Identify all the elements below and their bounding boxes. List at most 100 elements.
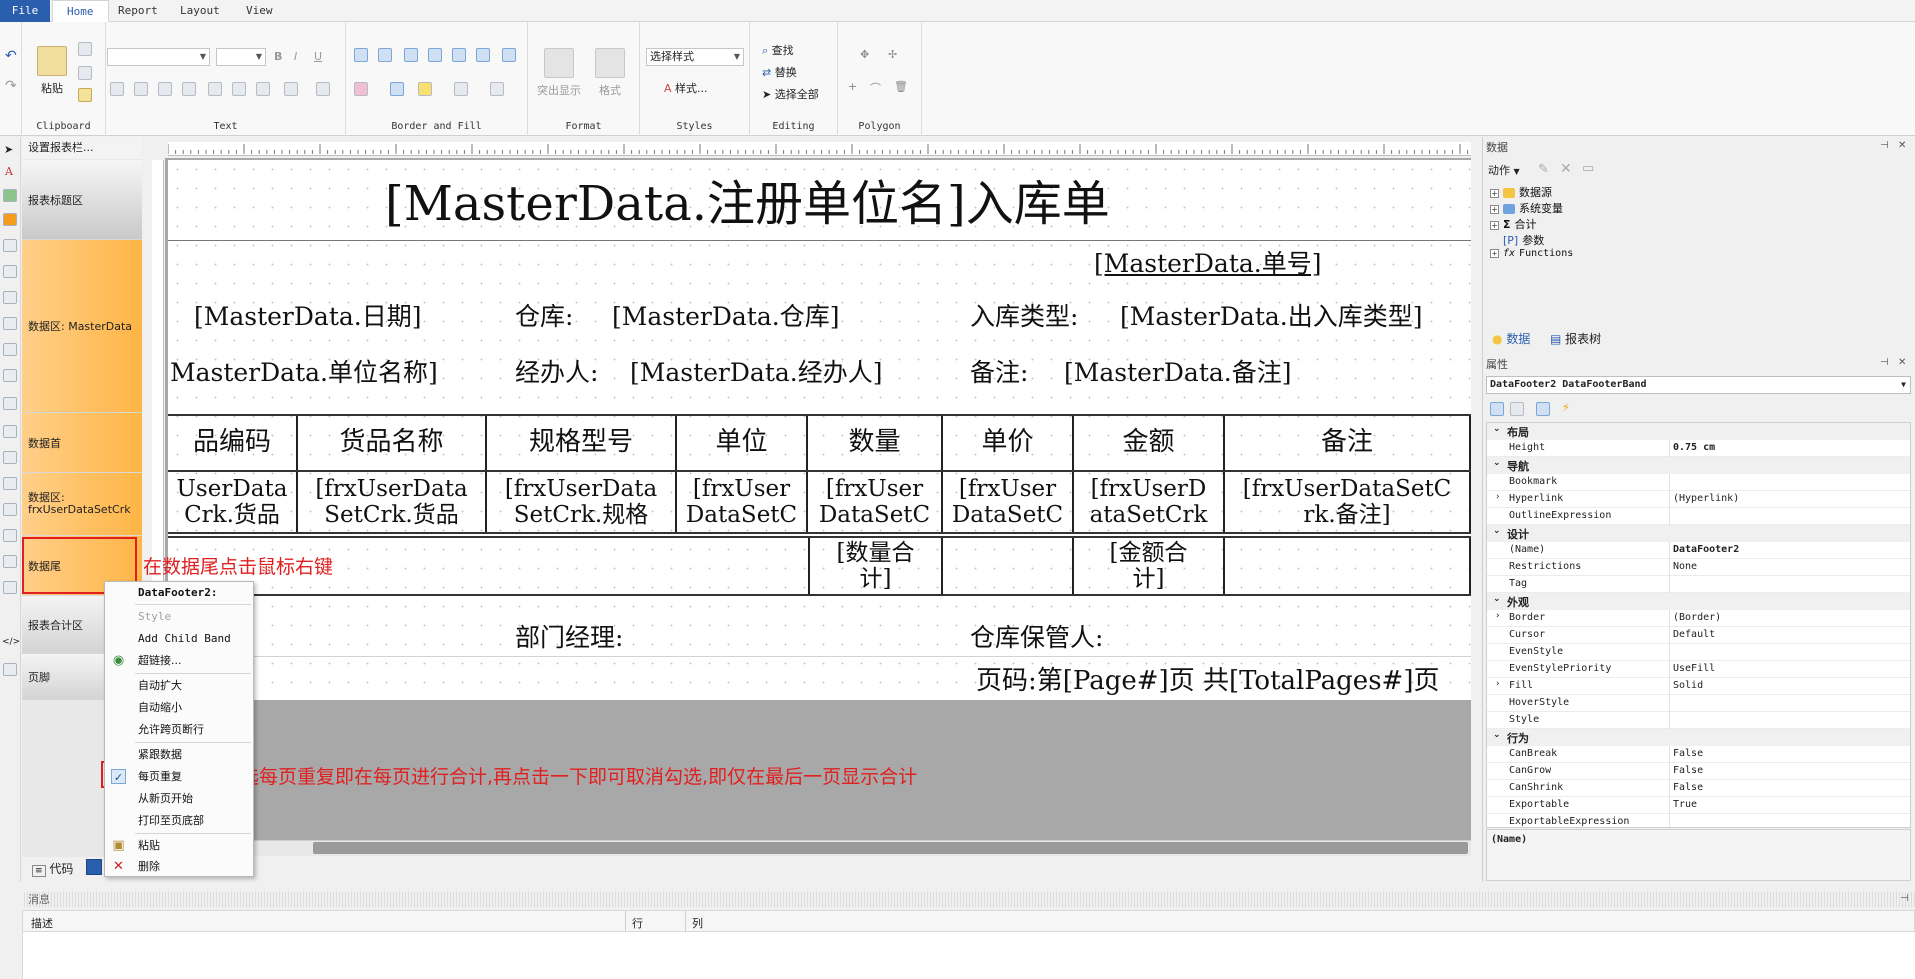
property-value[interactable]: DataFooter2 <box>1673 544 1739 555</box>
border-top-icon[interactable] <box>354 48 368 62</box>
keeper-label[interactable]: 仓库保管人: <box>970 618 1103 654</box>
line-style-icon[interactable] <box>454 82 468 96</box>
page-number-field[interactable]: 页码:第[Page#]页 共[TotalPages#]页 <box>976 660 1439 697</box>
handler-label[interactable]: 经办人: <box>515 353 598 389</box>
tab-report[interactable]: Report <box>104 0 172 22</box>
barcode-tool-icon[interactable] <box>3 239 17 252</box>
format-button[interactable]: 格式 <box>588 48 632 98</box>
property-value[interactable]: Solid <box>1673 680 1703 691</box>
tree-item-data-sources[interactable]: + 数据源 <box>1490 184 1552 200</box>
menu-item-start-new-page[interactable]: 从新页开始 <box>105 788 253 809</box>
border-all-icon[interactable] <box>452 48 466 62</box>
expand-icon[interactable]: › <box>1495 679 1500 689</box>
property-value[interactable]: False <box>1673 748 1703 759</box>
property-row[interactable]: Bookmark <box>1487 474 1910 491</box>
font-size-combo[interactable]: ▼ <box>216 48 266 66</box>
select-all-button[interactable]: ➤ 选择全部 <box>762 86 819 102</box>
qty-total-field[interactable]: [数量合 计] <box>808 538 943 594</box>
matrix-tool-icon[interactable] <box>3 343 17 356</box>
menu-item-hyperlink[interactable]: ◉ 超链接... <box>105 650 253 671</box>
property-value[interactable]: None <box>1673 561 1697 572</box>
property-value[interactable]: False <box>1673 765 1703 776</box>
move-point-icon[interactable]: ✥ <box>860 48 869 61</box>
property-row[interactable]: Exportable True <box>1487 797 1910 814</box>
tab-page-icon[interactable] <box>86 859 102 875</box>
report-title-text[interactable]: [MasterData.注册单位名]入库单 <box>385 164 1110 234</box>
property-value[interactable]: False <box>1673 782 1703 793</box>
table-header-cell[interactable]: 金额 <box>1074 416 1225 470</box>
band-data-header[interactable]: 数据首 <box>22 413 142 473</box>
richtext-tool-icon[interactable] <box>3 397 17 410</box>
italic-icon[interactable]: I <box>294 50 297 63</box>
table-header-cell[interactable]: 数量 <box>808 416 943 470</box>
bold-icon[interactable]: B <box>274 50 282 63</box>
table-header-cell[interactable]: 单位 <box>677 416 808 470</box>
align-center-icon[interactable] <box>134 82 148 96</box>
border-bottom-icon[interactable] <box>378 48 392 62</box>
property-category[interactable]: ⌄ 导航 <box>1487 457 1910 474</box>
property-value[interactable]: 0.75 cm <box>1673 442 1715 453</box>
property-category[interactable]: ⌄ 行为 <box>1487 729 1910 746</box>
menu-item-add-child-band[interactable]: Add Child Band <box>105 628 253 649</box>
property-row[interactable]: HoverStyle <box>1487 695 1910 712</box>
text-tool-icon[interactable]: A <box>5 165 13 178</box>
table-cell[interactable]: [frxUserDataSetC rk.备注] <box>1225 472 1471 532</box>
property-row[interactable]: OutlineExpression <box>1487 508 1910 525</box>
border-style-icon[interactable] <box>502 48 516 62</box>
property-category[interactable]: ⌄ 设计 <box>1487 525 1910 542</box>
cut-icon[interactable] <box>78 66 92 80</box>
property-row[interactable]: Restrictions None <box>1487 559 1910 576</box>
picture-tool-icon[interactable] <box>3 189 17 202</box>
table-header-cell[interactable]: 备注 <box>1225 416 1471 470</box>
object-selector[interactable]: DataFooter2 DataFooterBand ▼ <box>1486 376 1911 394</box>
band-masterdata[interactable]: 数据区: MasterData <box>22 240 142 413</box>
table-header-cell[interactable]: 货品名称 <box>298 416 487 470</box>
redo-icon[interactable]: ↷ <box>5 78 17 94</box>
line-tool-icon[interactable] <box>3 291 17 304</box>
copy-icon[interactable] <box>78 42 92 56</box>
expand-icon[interactable]: › <box>1495 611 1500 621</box>
align-left-icon[interactable] <box>110 82 124 96</box>
menu-item-keep-with-data[interactable]: 紧跟数据 <box>105 744 253 765</box>
tree-item-functions[interactable]: + fx Functions <box>1490 248 1573 259</box>
events-icon[interactable]: ⚡ <box>1562 401 1570 414</box>
table-header-cell[interactable]: 品编码 <box>168 416 298 470</box>
property-row[interactable]: EvenStylePriority UseFill <box>1487 661 1910 678</box>
pin-icon[interactable]: ⊣ <box>1900 893 1909 904</box>
table-cell[interactable]: [frxUser DataSetC <box>943 472 1074 532</box>
remark-field[interactable]: [MasterData.备注] <box>1064 353 1291 389</box>
table-cell[interactable]: [frxUser DataSetC <box>677 472 808 532</box>
unit-name-field[interactable]: MasterData.单位名称] <box>170 353 438 389</box>
column-line[interactable]: 行 <box>632 915 643 931</box>
table-cell[interactable]: [frxUser DataSetC <box>808 472 943 532</box>
highlight-button[interactable]: 突出显示 <box>534 48 584 98</box>
rotate-text-icon[interactable] <box>284 82 298 96</box>
inbound-type-field[interactable]: [MasterData.出入库类型] <box>1120 297 1422 333</box>
warehouse-field[interactable]: [MasterData.仓库] <box>612 297 839 333</box>
property-row[interactable]: CanBreak False <box>1487 746 1910 763</box>
band-detail-data[interactable]: 数据区: frxUserDataSetCrk <box>22 473 142 536</box>
property-row[interactable]: CanShrink False <box>1487 780 1910 797</box>
property-category[interactable]: ⌄ 布局 <box>1487 423 1910 440</box>
tab-home[interactable]: Home <box>52 0 109 22</box>
style-select[interactable]: 选择样式 ▼ <box>646 48 744 66</box>
date-field[interactable]: [MasterData.日期] <box>194 297 421 333</box>
border-left-icon[interactable] <box>404 48 418 62</box>
tree-item-system-variables[interactable]: + 系统变量 <box>1490 200 1563 216</box>
tab-file[interactable]: File <box>0 0 50 22</box>
cellular-text-tool-icon[interactable] <box>3 529 17 542</box>
border-right-icon[interactable] <box>428 48 442 62</box>
order-no-field[interactable]: [MasterData.单号] <box>1094 244 1321 280</box>
menu-item-paste[interactable]: ▣ 粘贴 <box>105 835 253 856</box>
delete-point-icon[interactable]: 🗑 <box>894 80 908 93</box>
subreport-tool-icon[interactable] <box>3 451 17 464</box>
menu-item-repeat-on-every-page[interactable]: ✓ 每页重复 <box>105 766 253 787</box>
table-cell[interactable]: [frxUserData SetCrk.货品 <box>298 472 487 532</box>
table-header-cell[interactable]: 单价 <box>943 416 1074 470</box>
tree-item-totals[interactable]: + Σ 合计 <box>1490 216 1537 232</box>
property-row[interactable]: ExportableExpression <box>1487 814 1910 827</box>
property-row[interactable]: › Border (Border) <box>1487 610 1910 627</box>
property-row[interactable]: Tag <box>1487 576 1910 593</box>
point-tool-icon[interactable]: ✢ <box>888 48 897 61</box>
shape-tool-icon[interactable] <box>3 265 17 278</box>
